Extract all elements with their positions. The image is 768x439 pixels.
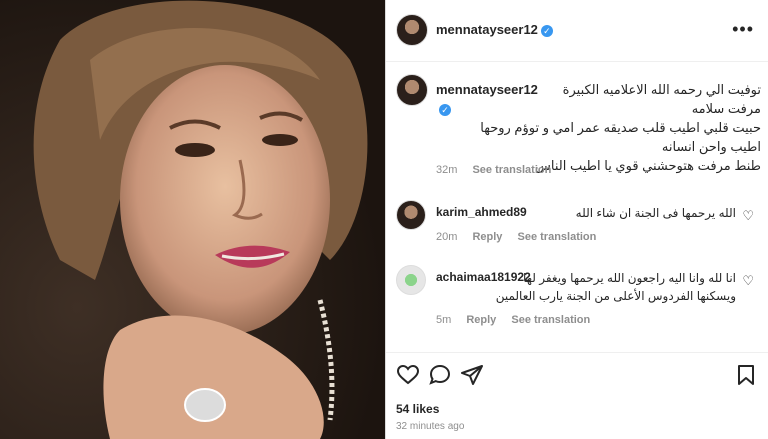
- comment-like-icon[interactable]: ♡: [742, 273, 754, 289]
- commenter-avatar[interactable]: [396, 200, 426, 230]
- caption-first-row: mennatayseer12 ✓ توفيت الي رحمه الله الاع…: [436, 80, 761, 118]
- commenter-avatar[interactable]: [396, 265, 426, 295]
- verified-icon: ✓: [540, 24, 553, 37]
- comment-see-translation[interactable]: See translation: [511, 314, 590, 326]
- caption-line: اطيب واحن انسانه: [661, 139, 761, 154]
- author-avatar[interactable]: [396, 14, 428, 46]
- more-options-icon[interactable]: •••: [732, 20, 754, 38]
- action-bar: [386, 352, 768, 392]
- caption-avatar[interactable]: [396, 74, 428, 106]
- comment-icon[interactable]: [428, 363, 452, 387]
- post-sidebar: mennatayseer12 ✓ ••• mennatayseer12✓ توفي…: [386, 0, 768, 439]
- caption-line: توفيت الي رحمه الله الاعلاميه الكبيرة مر…: [562, 82, 761, 116]
- likes-count[interactable]: 54 likes: [396, 402, 439, 416]
- caption-see-translation[interactable]: See translation: [472, 164, 551, 176]
- comment-meta: 5m Reply See translation: [436, 314, 602, 326]
- share-icon[interactable]: [460, 363, 484, 387]
- post-header: mennatayseer12 ✓ •••: [386, 0, 768, 62]
- heart-icon[interactable]: [396, 363, 420, 387]
- bookmark-icon[interactable]: [734, 363, 758, 387]
- comment-age: 5m: [436, 314, 452, 326]
- reply-button[interactable]: Reply: [472, 231, 502, 243]
- comment-like-icon[interactable]: ♡: [742, 208, 754, 224]
- author-username[interactable]: mennatayseer12 ✓: [436, 22, 553, 37]
- comment-text: الله يرحمها فى الجنة ان شاء الله: [575, 206, 736, 220]
- verified-icon: ✓: [439, 103, 451, 116]
- caption-age: 32m: [436, 164, 458, 176]
- caption-username-text[interactable]: mennatayseer12: [436, 82, 538, 97]
- comment-age: 20m: [436, 231, 458, 243]
- caption-username[interactable]: mennatayseer12 ✓: [436, 80, 538, 118]
- caption-line: حبيت قلبي اطيب قلب صديقه عمر امي و توؤم …: [480, 120, 761, 135]
- portrait-photo: [0, 0, 385, 439]
- comment-text: انا لله وانا اليه راجعون الله يرحمها ويغ…: [436, 269, 736, 305]
- comment-line: انا لله وانا اليه راجعون الله يرحمها ويغ…: [523, 271, 736, 285]
- comment-meta: 20m Reply See translation: [436, 231, 608, 243]
- author-username-text[interactable]: mennatayseer12: [436, 22, 538, 37]
- reply-button[interactable]: Reply: [466, 314, 496, 326]
- caption-meta: 32m See translation: [436, 164, 563, 176]
- comment-see-translation[interactable]: See translation: [518, 231, 597, 243]
- comment-line: ويسكنها الفردوس الأعلى من الجنة يارب الع…: [495, 289, 736, 303]
- post-image: [0, 0, 385, 439]
- post-timestamp: 32 minutes ago: [396, 421, 465, 432]
- caption-text: mennatayseer12 ✓ توفيت الي رحمه الله الاع…: [436, 80, 761, 175]
